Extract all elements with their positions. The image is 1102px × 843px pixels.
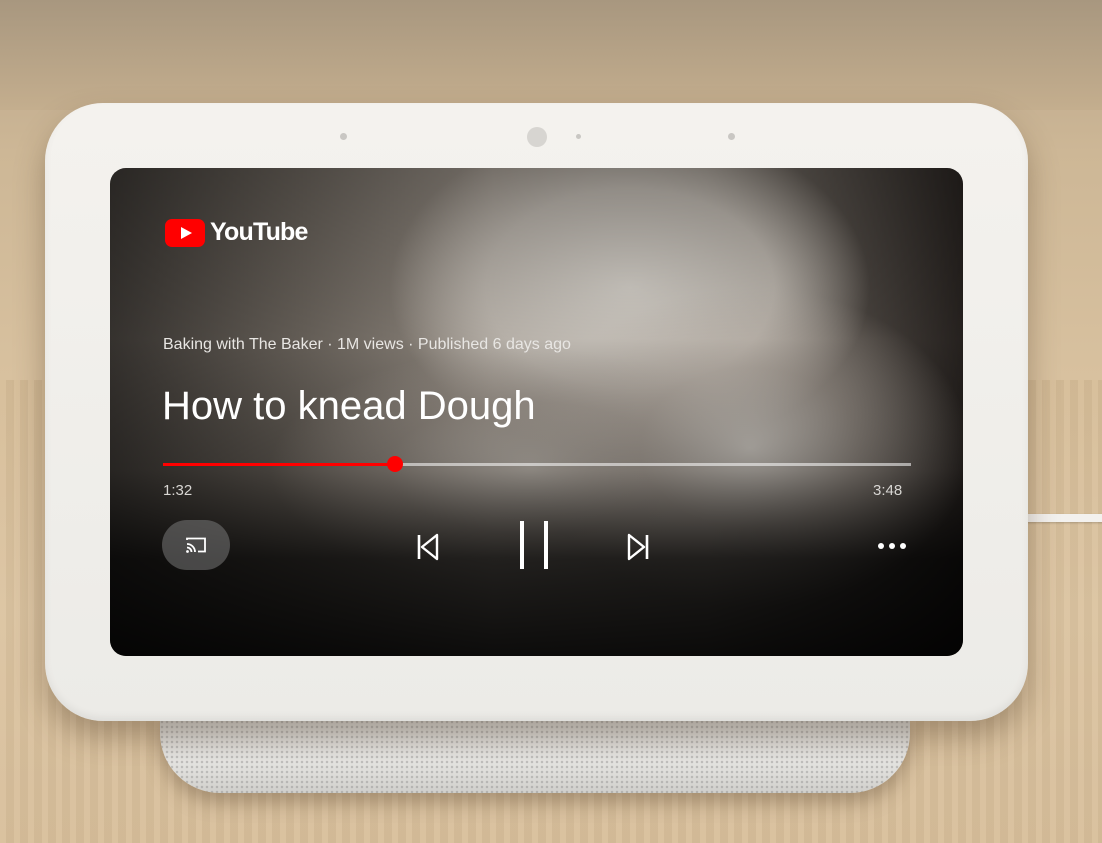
video-title: How to knead Dough	[162, 384, 536, 428]
progress-bar[interactable]	[163, 456, 911, 472]
ambient-sensor-center	[576, 134, 581, 139]
next-button[interactable]	[615, 524, 661, 570]
pause-button[interactable]	[508, 516, 560, 574]
power-cable	[1020, 514, 1102, 522]
pause-icon	[520, 521, 548, 569]
cast-button[interactable]	[162, 520, 230, 570]
ambient-sensor-right	[728, 133, 735, 140]
youtube-play-icon	[165, 218, 205, 247]
progress-scrubber[interactable]	[386, 456, 403, 472]
video-meta: Baking with The Baker · 1M views · Publi…	[163, 336, 571, 353]
camera-lens	[527, 127, 547, 147]
current-time: 1:32	[163, 482, 193, 499]
skip-previous-icon	[417, 533, 439, 561]
speaker-base	[160, 715, 910, 793]
more-horizontal-icon	[878, 543, 906, 549]
more-options-button[interactable]	[870, 524, 914, 568]
ambient-sensor-left	[340, 133, 347, 140]
duration: 3:48	[873, 482, 903, 499]
skip-next-icon	[627, 533, 649, 561]
youtube-logo: YouTube	[165, 218, 308, 247]
cast-icon	[186, 537, 206, 553]
youtube-wordmark: YouTube	[210, 218, 308, 246]
screen: YouTube Baking with The Baker · 1M views…	[110, 168, 963, 656]
background-wall	[0, 0, 1102, 110]
progress-fill	[163, 463, 395, 466]
previous-button[interactable]	[405, 524, 451, 570]
